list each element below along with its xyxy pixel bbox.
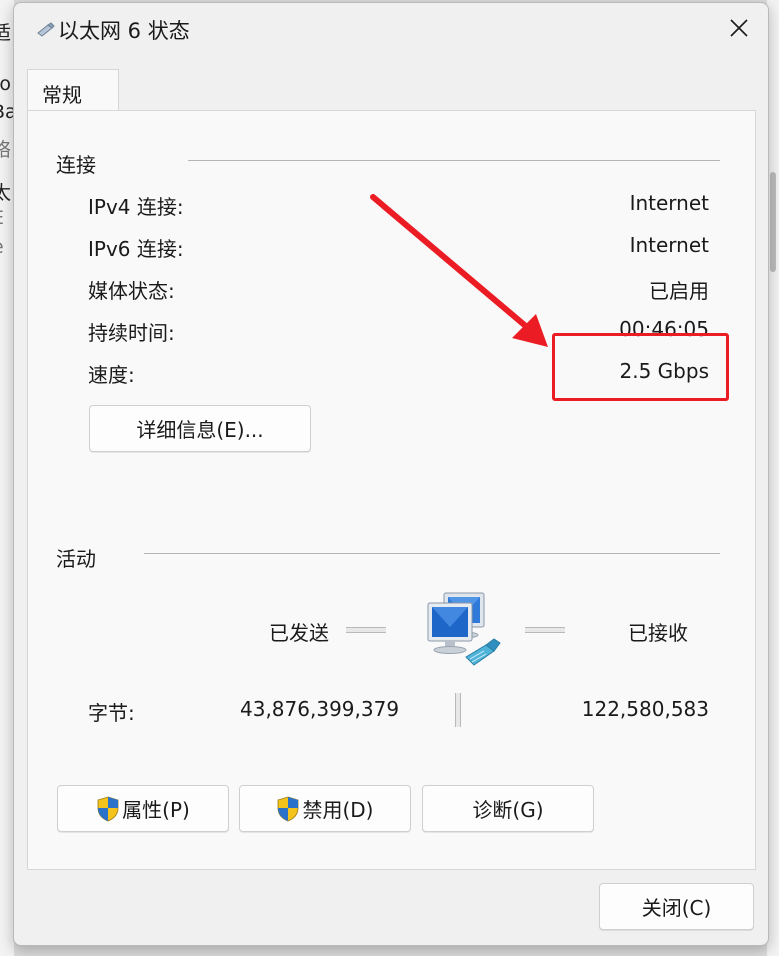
background-text: e: [0, 236, 4, 258]
properties-button[interactable]: 属性(P): [57, 785, 229, 832]
speed-label: 速度:: [88, 363, 135, 387]
ethernet-status-dialog: 以太网 6 状态 常规 连接 IPv4 连接: Internet IPv6 连接…: [13, 2, 769, 946]
bytes-label: 字节:: [88, 701, 135, 725]
network-adapter-icon: [37, 22, 55, 37]
media-state-value: 已启用: [649, 279, 709, 303]
bytes-sent-value: 43,876,399,379: [240, 697, 400, 721]
background-text: 太: [0, 182, 12, 204]
section-divider: [188, 160, 720, 161]
speed-highlight-box: [552, 333, 729, 401]
tab-general[interactable]: 常规: [27, 69, 119, 112]
general-tab-panel: 连接 IPv4 连接: Internet IPv6 连接: Internet 媒…: [27, 110, 756, 870]
ipv4-connectivity-value: Internet: [629, 191, 709, 215]
section-divider: [144, 553, 720, 554]
sent-line: [346, 627, 386, 633]
bytes-received-value: 122,580,583: [581, 697, 709, 721]
network-computers-icon: [427, 592, 501, 666]
sent-label: 已发送: [269, 621, 329, 645]
media-state-label: 媒体状态:: [88, 279, 175, 303]
uac-shield-icon: [278, 796, 299, 821]
background-text: E: [0, 207, 4, 229]
title-bar[interactable]: 以太网 6 状态: [14, 3, 768, 55]
activity-section-title: 活动: [56, 547, 96, 571]
ipv6-connectivity-value: Internet: [629, 233, 709, 257]
close-icon: [730, 19, 748, 37]
details-button[interactable]: 详细信息(E)...: [89, 405, 311, 452]
background-scrollbar[interactable]: [770, 172, 776, 272]
disable-button-label: 禁用(D): [302, 798, 374, 822]
duration-label: 持续时间:: [88, 321, 175, 345]
background-text: Ba: [0, 101, 14, 123]
ipv4-connectivity-label: IPv4 连接:: [88, 195, 184, 219]
close-button[interactable]: 关闭(C): [599, 883, 754, 930]
close-window-button[interactable]: [716, 5, 762, 51]
received-label: 已接收: [628, 621, 688, 645]
ipv6-connectivity-label: IPv6 连接:: [88, 237, 184, 261]
tab-label: 常规: [42, 83, 82, 107]
properties-button-label: 属性(P): [122, 798, 190, 822]
activity-divider: [455, 693, 461, 727]
uac-shield-icon: [97, 796, 119, 821]
connection-section-title: 连接: [56, 153, 96, 177]
received-line: [525, 627, 565, 633]
background-text: ro: [0, 73, 12, 95]
background-window: 适 ro Ba 络 太 E e: [0, 0, 14, 956]
diagnose-button[interactable]: 诊断(G): [422, 785, 594, 832]
window-title: 以太网 6 状态: [58, 19, 190, 43]
background-text: 络: [0, 139, 12, 161]
disable-button[interactable]: 禁用(D): [239, 785, 411, 832]
background-text: 适: [0, 22, 12, 44]
